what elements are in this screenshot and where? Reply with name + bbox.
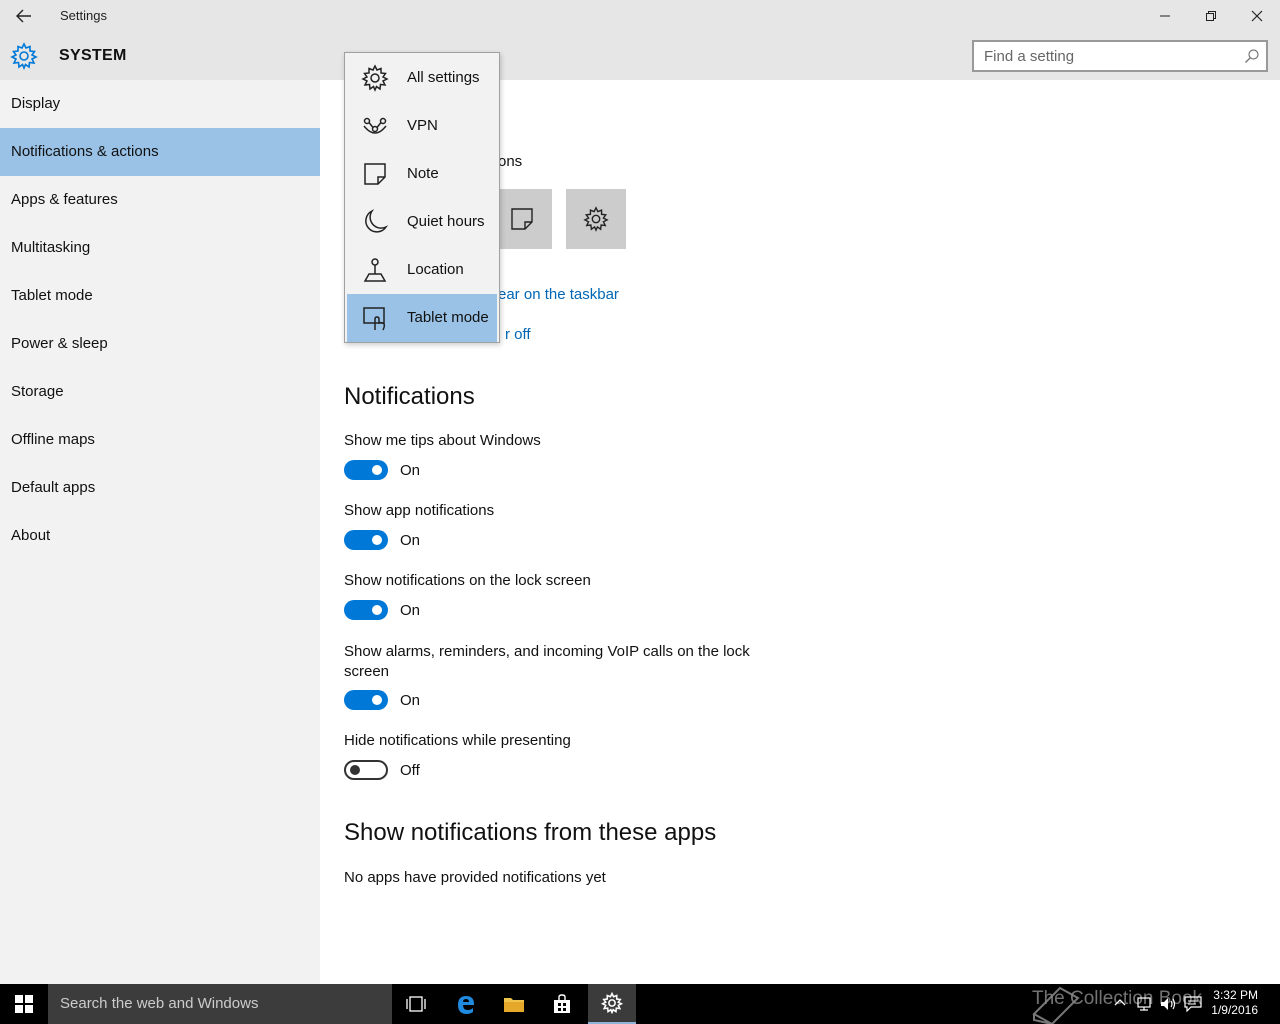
menu-item-label: Note	[407, 165, 439, 182]
sidebar-item-offline-maps[interactable]: Offline maps	[0, 416, 320, 464]
hide-while-presenting-toggle[interactable]	[344, 760, 388, 780]
search-placeholder: Find a setting	[984, 48, 1075, 65]
lock-screen-toggle[interactable]	[344, 600, 388, 620]
windows-logo-icon	[15, 995, 33, 1013]
app-notifications-toggle[interactable]	[344, 530, 388, 550]
taskbar: Search the web and Windows The Collectio…	[0, 984, 1280, 1024]
sidebar-item-power-sleep[interactable]: Power & sleep	[0, 320, 320, 368]
start-button[interactable]	[0, 984, 48, 1024]
menu-item-location[interactable]: Location	[347, 246, 497, 294]
search-icon[interactable]	[1244, 48, 1260, 64]
store-button[interactable]	[538, 984, 586, 1024]
location-icon	[363, 258, 387, 282]
menu-item-label: VPN	[407, 117, 438, 134]
menu-item-label: Quiet hours	[407, 213, 485, 230]
menu-item-all-settings[interactable]: All settings	[347, 54, 497, 102]
edge-browser-icon	[458, 996, 474, 1014]
menu-item-quiet-hours[interactable]: Quiet hours	[347, 198, 497, 246]
action-center-button[interactable]	[1184, 996, 1202, 1015]
window-title: Settings	[60, 8, 107, 23]
close-button[interactable]	[1234, 0, 1280, 32]
toggle-state: On	[400, 692, 421, 709]
alarms-lock-screen-toggle[interactable]	[344, 690, 388, 710]
network-tray-button[interactable]	[1136, 996, 1154, 1015]
sidebar-item-tablet-mode[interactable]: Tablet mode	[0, 272, 320, 320]
menu-item-note[interactable]: Note	[347, 150, 497, 198]
section-title: SYSTEM	[59, 47, 127, 64]
sidebar-item-notifications[interactable]: Notifications & actions	[0, 128, 320, 176]
toggle-state: Off	[400, 762, 420, 779]
gear-icon	[361, 64, 389, 92]
toggle-state: On	[400, 462, 421, 479]
edge-button[interactable]	[442, 984, 490, 1024]
volume-icon	[1161, 998, 1176, 1010]
menu-item-tablet-mode[interactable]: Tablet mode	[347, 294, 497, 342]
title-bar: Settings	[0, 0, 1280, 32]
tablet-mode-icon	[363, 307, 386, 331]
restore-icon	[1206, 11, 1216, 21]
setting-label: Hide notifications while presenting	[344, 732, 571, 749]
menu-item-label: Location	[407, 261, 464, 278]
sidebar-item-apps[interactable]: Apps & features	[0, 176, 320, 224]
note-icon	[364, 163, 386, 185]
gear-icon	[583, 206, 609, 232]
quick-action-dropdown: All settings VPN Note Quiet hours Locati…	[344, 52, 500, 343]
folder-icon	[504, 998, 524, 1012]
taskbar-clock[interactable]: 3:32 PM 1/9/2016	[1211, 988, 1258, 1018]
action-center-icon	[1184, 996, 1202, 1013]
tips-toggle[interactable]	[344, 460, 388, 480]
back-arrow-icon	[16, 9, 31, 23]
setting-label: Show notifications on the lock screen	[344, 572, 591, 589]
close-icon	[1251, 10, 1263, 22]
file-explorer-button[interactable]	[490, 984, 538, 1024]
quick-action-tile-note[interactable]	[492, 189, 552, 249]
taskbar-search-placeholder: Search the web and Windows	[60, 995, 259, 1012]
sidebar-item-about[interactable]: About	[0, 512, 320, 560]
sidebar-item-display[interactable]: Display	[0, 80, 320, 128]
sidebar-item-default-apps[interactable]: Default apps	[0, 464, 320, 512]
note-icon	[511, 208, 533, 230]
gear-icon	[601, 992, 623, 1014]
clock-date: 1/9/2016	[1211, 1003, 1258, 1017]
no-apps-text: No apps have provided notifications yet	[344, 869, 606, 886]
chevron-up-icon	[1114, 999, 1126, 1006]
gear-icon	[10, 42, 38, 70]
notifications-heading: Notifications	[344, 383, 475, 410]
network-icon	[1137, 997, 1151, 1011]
volume-tray-button[interactable]	[1160, 996, 1178, 1015]
taskbar-search-box[interactable]: Search the web and Windows	[48, 984, 392, 1024]
system-icons-onoff-link[interactable]: r off	[505, 326, 531, 343]
clock-time: 3:32 PM	[1213, 988, 1258, 1002]
setting-label: Show me tips about Windows	[344, 432, 541, 449]
task-view-button[interactable]	[392, 984, 440, 1024]
minimize-button[interactable]	[1142, 0, 1188, 32]
toggle-state: On	[400, 532, 421, 549]
store-bag-icon	[554, 994, 570, 1013]
quick-action-tile-settings[interactable]	[566, 189, 626, 249]
moon-icon	[365, 209, 389, 233]
show-hidden-icons-button[interactable]	[1114, 996, 1126, 1010]
setting-label: Show alarms, reminders, and incoming VoI…	[344, 643, 750, 680]
menu-item-label: Tablet mode	[407, 309, 489, 326]
find-setting-search[interactable]: Find a setting	[972, 40, 1268, 72]
settings-taskbar-button[interactable]	[588, 984, 636, 1024]
sidebar-item-multitasking[interactable]: Multitasking	[0, 224, 320, 272]
sidebar: Display Notifications & actions Apps & f…	[0, 80, 320, 984]
apps-section-heading: Show notifications from these apps	[344, 819, 717, 846]
settings-header: SYSTEM Find a setting	[0, 32, 1280, 80]
taskbar-icons-link[interactable]: ear on the taskbar	[498, 286, 619, 303]
menu-item-label: All settings	[407, 69, 480, 86]
minimize-icon	[1160, 15, 1170, 17]
restore-button[interactable]	[1188, 0, 1234, 32]
back-button[interactable]	[10, 4, 38, 28]
toggle-state: On	[400, 602, 421, 619]
menu-item-vpn[interactable]: VPN	[347, 102, 497, 150]
sidebar-item-storage[interactable]: Storage	[0, 368, 320, 416]
vpn-icon	[363, 117, 387, 134]
setting-label: Show app notifications	[344, 502, 495, 519]
quick-actions-heading-fragment: ons	[498, 153, 523, 170]
task-view-icon	[406, 996, 426, 1012]
